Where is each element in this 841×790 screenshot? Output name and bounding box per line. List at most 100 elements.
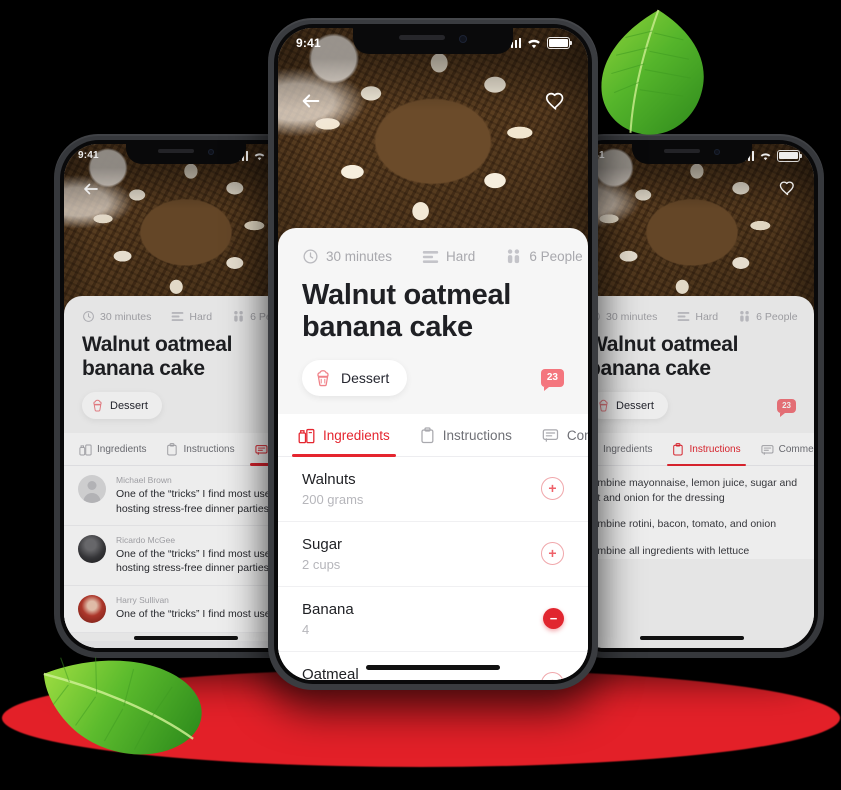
heart-icon[interactable] [545, 91, 566, 112]
avatar [78, 475, 106, 504]
recipe-title-line2: banana cake [302, 311, 473, 344]
ingredients-icon [298, 428, 315, 444]
notch [353, 28, 513, 54]
tab-ingredients-label: Ingredients [323, 427, 390, 443]
meta-time-label: 30 minutes [100, 310, 152, 323]
instructions-icon [673, 443, 684, 456]
meta-difficulty-label: Hard [189, 310, 213, 323]
notch [632, 144, 752, 164]
tab-comments[interactable]: Comments [540, 415, 588, 455]
remove-ingredient-button[interactable]: − [543, 608, 564, 630]
meta-servings: 6 People [738, 310, 798, 323]
wifi-icon [528, 39, 540, 49]
ingredient-quantity: 4 [302, 621, 310, 637]
table-row[interactable]: Banana 4 − [278, 587, 588, 652]
ingredient-name: Walnuts [302, 470, 356, 488]
category-chip[interactable]: Dessert [588, 392, 668, 420]
clock-icon [303, 249, 318, 264]
difficulty-icon [422, 250, 439, 263]
recipe-title-line2: banana cake [82, 356, 205, 380]
difficulty-icon [172, 311, 184, 322]
ingredient-quantity: 200 grams [302, 491, 364, 507]
meta-difficulty: Hard [171, 311, 212, 323]
people-icon [234, 311, 243, 322]
avatar [78, 535, 106, 563]
instructions-icon [421, 427, 434, 444]
tag-row: Dessert 23 [570, 380, 814, 433]
back-arrow-icon[interactable] [82, 180, 100, 198]
comment-count-badge[interactable]: 23 [777, 398, 796, 417]
comments-icon [542, 429, 558, 442]
meta-difficulty-label: Hard [695, 310, 719, 323]
tab-bar: Ingredients Instructions Comments [570, 433, 814, 467]
recipe-sheet: 30 minutes Hard 6 People Walnut oatmeal [570, 296, 814, 648]
comment-count-badge[interactable]: 23 [540, 368, 564, 391]
speaker-icon [399, 35, 445, 40]
meta-time: 30 minutes [588, 310, 657, 323]
tab-ingredients[interactable]: Ingredients [78, 433, 147, 465]
list-item: Combine mayonnaise, lemon juice, sugar a… [584, 477, 798, 505]
table-row[interactable]: Walnuts 200 grams + [278, 457, 588, 522]
ingredient-info: Banana 4 [302, 601, 354, 637]
tag-row: Dessert 23 [278, 344, 588, 414]
ingredient-info: Walnuts 200 grams [302, 471, 363, 507]
phone-bezel: 9:41 [566, 140, 818, 652]
recipe-sheet: 30 minutes Hard 6 People Walnut oatmeal [278, 228, 588, 680]
home-indicator [366, 665, 500, 670]
table-row[interactable]: Sugar 2 cups + [278, 522, 588, 587]
tab-comments[interactable]: Comments [760, 434, 814, 465]
poster-stage: 9:41 30 minutes Hard 6 Walnut oatmeal ba… [0, 0, 841, 771]
front-camera-icon [714, 149, 720, 155]
recipe-meta: 30 minutes Hard 6 People [278, 228, 588, 265]
phone-center-ingredients: 9:41 30 minutes Hard 6 People Walnut oat… [268, 18, 598, 690]
front-camera-icon [459, 35, 467, 43]
ingredients-list: Walnuts 200 grams + Sugar 2 cups + Banan… [278, 456, 588, 680]
category-chip[interactable]: Dessert [82, 392, 162, 420]
recipe-hero-image: 9:41 [570, 144, 814, 314]
tab-instructions[interactable]: Instructions [667, 433, 746, 467]
tab-bar: Ingredients Instructions Comments [278, 413, 588, 457]
home-indicator [640, 636, 744, 640]
tab-ingredients[interactable]: Ingredients [292, 414, 396, 457]
tab-ingredients-label: Ingredients [603, 444, 653, 456]
ingredient-info: Sugar 2 cups [302, 536, 342, 572]
meta-servings: 6 People [505, 248, 583, 265]
notch [126, 144, 246, 164]
avatar [78, 594, 106, 623]
leaf-decoration-top [601, 9, 704, 135]
plus-icon: + [548, 545, 557, 562]
tab-instructions[interactable]: Instructions [418, 414, 514, 456]
tab-ingredients-label: Ingredients [97, 444, 147, 456]
ingredient-info: Oatmeal 100 grams [302, 666, 363, 680]
cupcake-icon [317, 370, 329, 387]
category-chip-label: Dessert [616, 399, 654, 412]
tab-instructions[interactable]: Instructions [165, 433, 235, 465]
meta-time: 30 minutes [302, 248, 392, 265]
back-arrow-icon[interactable] [300, 90, 322, 112]
front-camera-icon [208, 149, 214, 155]
ingredient-name: Oatmeal [302, 665, 359, 680]
category-chip[interactable]: Dessert [302, 359, 408, 396]
meta-difficulty-label: Hard [446, 249, 476, 264]
plus-icon: + [548, 480, 557, 497]
ingredient-quantity: 2 cups [302, 556, 341, 572]
instructions-icon [167, 443, 178, 456]
tab-instructions-label: Instructions [442, 427, 512, 443]
ingredients-icon [79, 444, 92, 456]
recipe-hero-image: 9:41 [278, 28, 588, 246]
people-icon [508, 249, 520, 264]
hero-nav [278, 90, 588, 112]
add-ingredient-button[interactable]: + [541, 672, 564, 680]
recipe-title: Walnut oatmeal banana cake [278, 265, 588, 344]
meta-difficulty: Hard [422, 249, 475, 264]
status-indicators [506, 37, 573, 49]
battery-icon [777, 149, 803, 162]
people-icon [740, 311, 749, 322]
tab-instructions-label: Instructions [183, 444, 235, 456]
tab-instructions-label: Instructions [689, 444, 741, 456]
add-ingredient-button[interactable]: + [541, 542, 564, 566]
phone-screen: 9:41 [570, 144, 814, 648]
heart-icon[interactable] [779, 180, 796, 197]
list-item: Combine all ingredients with lettuce [584, 544, 750, 557]
add-ingredient-button[interactable]: + [541, 477, 564, 501]
